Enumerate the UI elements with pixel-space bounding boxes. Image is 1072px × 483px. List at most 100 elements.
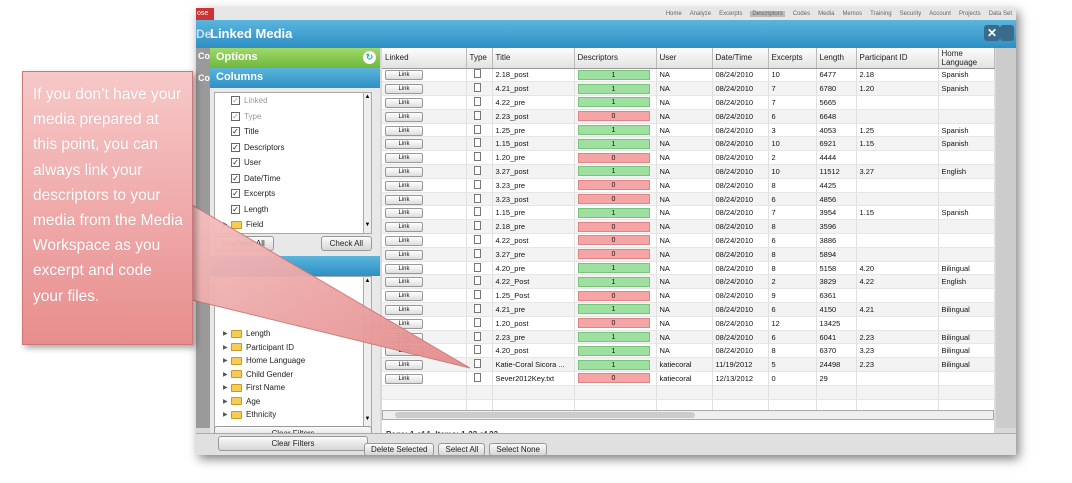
descriptor-count[interactable]: 1 — [577, 304, 650, 315]
column-option[interactable]: ✓ Excerpts — [215, 186, 371, 202]
descriptor-count[interactable]: 0 — [577, 221, 650, 232]
table-row[interactable]: Link 4.20_pre 1 NA 08/24/2010 8 5158 4.20 Biling… — [382, 261, 995, 276]
columns-scrollbar[interactable]: ▲ ▼ — [363, 93, 371, 233]
link-button[interactable]: Link — [385, 194, 423, 205]
column-option[interactable]: ✓ Length — [215, 202, 371, 218]
link-button[interactable]: Link — [385, 84, 423, 95]
expand-icon[interactable]: ▶ — [223, 411, 228, 418]
link-button[interactable]: Link — [385, 304, 423, 315]
table-row[interactable]: Link 4.22_post 0 NA 08/24/2010 6 3886 — [382, 233, 995, 248]
table-row[interactable]: Link 4.22_pre 1 NA 08/24/2010 7 5665 — [382, 95, 995, 110]
link-button[interactable]: Link — [385, 180, 423, 191]
link-button[interactable]: Link — [385, 153, 423, 164]
column-option[interactable]: ✓ Linked — [215, 93, 371, 109]
column-header[interactable]: Participant ID — [856, 48, 939, 69]
nav-item[interactable]: Account — [929, 11, 951, 17]
nav-item[interactable]: Descriptors — [750, 11, 785, 17]
nav-item[interactable]: Data Set — [989, 11, 1012, 17]
uncheck-all-button[interactable]: Uncheck All — [214, 236, 274, 251]
link-button[interactable]: Link — [385, 346, 423, 357]
link-button[interactable]: Link — [385, 332, 423, 343]
table-row[interactable]: Link 1.15_pre 1 NA 08/24/2010 7 3954 1.15 Spanis… — [382, 205, 995, 221]
filter-folder[interactable]: ▶ First Name — [215, 381, 371, 395]
filter-folder[interactable]: ▶ Ethnicity — [215, 408, 371, 422]
table-row[interactable]: Link 1.25_Post 0 NA 08/24/2010 9 6361 — [382, 288, 995, 304]
link-button[interactable]: Link — [385, 291, 423, 302]
nav-item[interactable]: Analyze — [690, 11, 711, 17]
column-folder[interactable]: ▶Codes — [215, 233, 371, 234]
link-button[interactable]: Link — [385, 70, 423, 81]
descriptor-count[interactable]: 1 — [577, 207, 650, 218]
close-icon[interactable]: ✕ — [984, 25, 1000, 41]
table-row[interactable]: Link Sever2012Key.txt 0 katiecoral 12/13/201… — [382, 371, 995, 386]
descriptor-count[interactable]: 1 — [577, 166, 650, 177]
table-row[interactable]: Link 3.23_pre 0 NA 08/24/2010 8 4425 — [382, 178, 995, 193]
expand-icon[interactable]: ▶ — [223, 371, 228, 378]
nav-item[interactable]: Training — [870, 11, 891, 17]
expand-icon[interactable]: ▶ — [223, 398, 228, 405]
descriptor-count[interactable]: 0 — [577, 235, 650, 246]
delete-selected-button[interactable]: Delete Selected — [364, 443, 435, 455]
column-header[interactable]: Linked — [382, 48, 467, 69]
table-row[interactable]: Link 2.23_post 0 NA 08/24/2010 6 6648 — [382, 109, 995, 124]
expand-icon[interactable]: ▶ — [223, 330, 228, 337]
link-button[interactable]: Link — [385, 277, 423, 288]
column-folder[interactable]: ▶ Field — [215, 217, 371, 233]
check-all-button[interactable]: Check All — [320, 236, 372, 251]
descriptor-count[interactable]: 0 — [577, 194, 650, 205]
descriptor-count[interactable]: 1 — [577, 332, 650, 343]
link-button[interactable]: Link — [385, 360, 423, 371]
filters-header[interactable] — [210, 256, 380, 276]
checkbox[interactable]: ✓ — [231, 158, 240, 168]
filters-scrollbar[interactable]: ▲ ▼ — [363, 277, 371, 427]
nav-item[interactable]: Media — [818, 11, 834, 17]
descriptor-count[interactable]: 1 — [577, 83, 650, 94]
descriptor-count[interactable]: 0 — [577, 318, 650, 329]
clear-filters-button[interactable]: Clear Filters — [218, 436, 368, 451]
filter-folder[interactable]: ▶ Child Gender — [215, 368, 371, 382]
descriptor-count[interactable]: 1 — [577, 345, 650, 356]
table-row[interactable]: Link 3.23_post 0 NA 08/24/2010 6 4856 — [382, 192, 995, 207]
link-button[interactable]: Link — [385, 208, 423, 219]
descriptor-count[interactable]: 1 — [577, 359, 650, 370]
horizontal-scrollbar[interactable] — [382, 410, 994, 420]
table-row[interactable]: Link 2.23_pre 1 NA 08/24/2010 6 6041 2.23 Biling… — [382, 330, 995, 345]
filter-folder[interactable]: ▶ Participant ID — [215, 341, 371, 355]
column-header[interactable]: Descriptors — [574, 48, 657, 69]
table-row[interactable]: Link 4.20_post 1 NA 08/24/2010 8 6370 3.23 Bilin… — [382, 343, 995, 359]
table-row[interactable]: Link 1.20_pre 0 NA 08/24/2010 2 4444 — [382, 150, 995, 166]
column-header[interactable]: Home Language — [938, 48, 995, 69]
descriptor-count[interactable]: 1 — [577, 263, 650, 274]
nav-item[interactable]: Excerpts — [719, 11, 742, 17]
expand-icon[interactable]: ▶ — [223, 344, 228, 351]
link-button[interactable]: Link — [385, 373, 423, 384]
column-option[interactable]: ✓ Date/Time — [215, 171, 371, 187]
column-header[interactable]: Type — [466, 48, 493, 69]
column-header[interactable]: Excerpts — [768, 48, 817, 69]
column-header[interactable]: Date/Time — [712, 48, 769, 69]
column-option[interactable]: ✓ User — [215, 155, 371, 171]
descriptor-count[interactable]: 0 — [577, 111, 650, 122]
nav-item[interactable]: Memos — [842, 11, 862, 17]
nav-item[interactable]: Codes — [793, 11, 810, 17]
table-row[interactable]: Link 1.15_post 1 NA 08/24/2010 10 6921 1.15 Span… — [382, 136, 995, 152]
checkbox[interactable]: ✓ — [231, 111, 240, 121]
table-row[interactable]: Link 1.20_post 0 NA 08/24/2010 12 13425 — [382, 316, 995, 331]
column-option[interactable]: ✓ Descriptors — [215, 140, 371, 156]
filter-folder[interactable]: ▶ Home Language — [215, 354, 371, 368]
table-row[interactable]: Link 4.22_Post 1 NA 08/24/2010 2 3829 4.22 Engli… — [382, 274, 995, 290]
expand-icon[interactable]: ▶ — [223, 384, 228, 391]
nav-item[interactable]: Projects — [959, 11, 981, 17]
expand-icon[interactable]: ▶ — [223, 357, 228, 364]
descriptor-count[interactable]: 1 — [577, 138, 650, 149]
descriptor-count[interactable]: 1 — [577, 69, 650, 80]
checkbox[interactable]: ✓ — [231, 142, 240, 152]
table-row[interactable]: Link 4.21_pre 1 NA 08/24/2010 6 4150 4.21 Biling… — [382, 302, 995, 317]
link-button[interactable]: Link — [385, 111, 423, 122]
checkbox[interactable]: ✓ — [231, 189, 240, 199]
checkbox[interactable]: ✓ — [231, 96, 240, 106]
column-header[interactable]: Length — [816, 48, 857, 69]
link-button[interactable]: Link — [385, 249, 423, 260]
descriptor-count[interactable]: 0 — [577, 152, 650, 163]
link-button[interactable]: Link — [385, 263, 423, 274]
